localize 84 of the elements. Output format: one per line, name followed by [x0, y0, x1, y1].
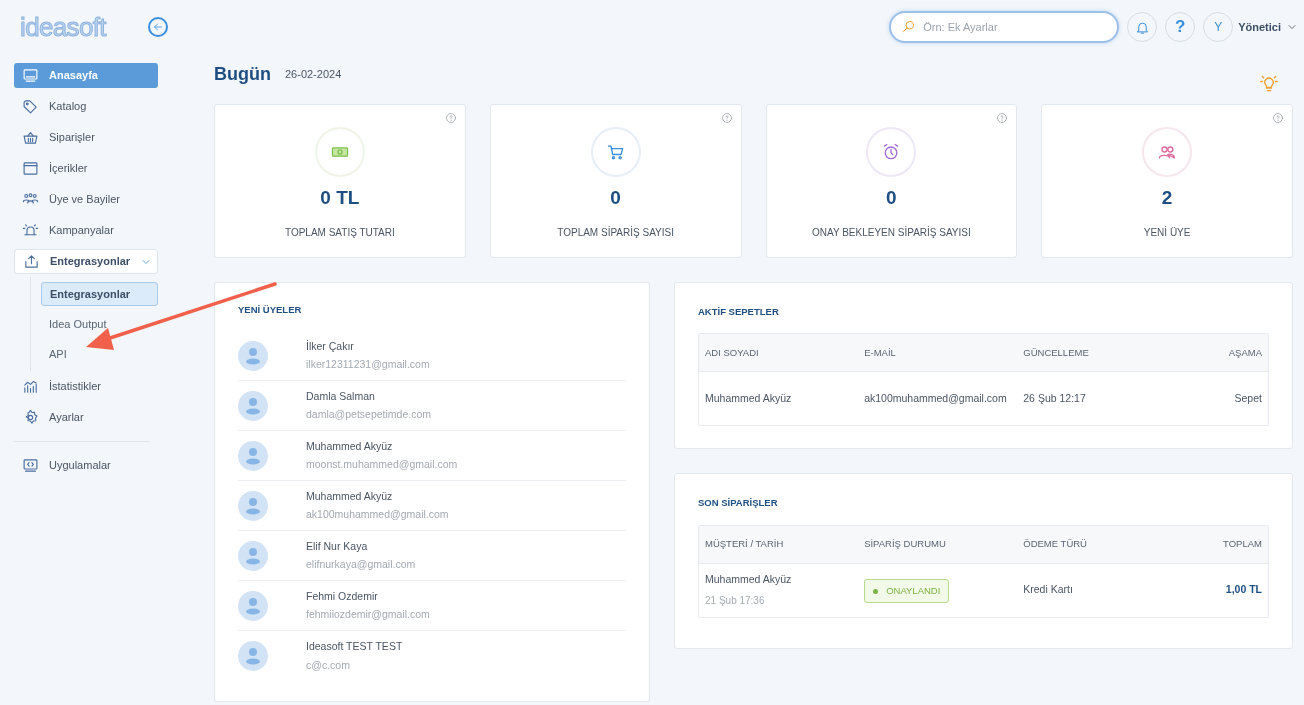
stat-value: 2: [1161, 186, 1173, 210]
member-name: Muhammed Akyüz: [306, 438, 394, 454]
page-date: 26-02-2024: [285, 66, 342, 82]
table-cell-text: ak100muhammed@gmail.com: [864, 390, 1008, 406]
help-circle-icon: [1272, 112, 1284, 124]
table-cell-text: Sepet: [1233, 390, 1262, 406]
column-header: TOPLAM: [1222, 536, 1262, 551]
sidebar-item[interactable]: Entegrasyonlar: [14, 249, 158, 274]
order-total: 1,00 TL: [1224, 582, 1262, 598]
sidebar-item[interactable]: Katalog: [14, 94, 158, 119]
basket-icon: [22, 129, 39, 146]
bell-icon: [1134, 19, 1150, 35]
stat-label: TOPLAM SİPARİŞ SAYISI: [557, 225, 674, 240]
member-email: damla@petsepetimde.com: [306, 407, 432, 423]
sidebar-item[interactable]: Kampanyalar: [14, 218, 158, 243]
collapse-button[interactable]: [148, 17, 168, 37]
search-icon: [901, 19, 917, 34]
sidebar-item[interactable]: Uygulamalar: [14, 453, 158, 478]
person-icon: [245, 596, 261, 615]
column-header: E-MAİL: [864, 345, 897, 360]
stat-label: TOPLAM SATIŞ TUTARI: [284, 225, 395, 240]
sidebar-item[interactable]: İçerikler: [14, 156, 158, 181]
arrow-left-icon: [152, 21, 164, 33]
chart-icon: [22, 378, 39, 395]
member-name: Elif Nur Kaya: [306, 538, 369, 554]
lightbulb-icon: [1259, 74, 1279, 94]
member-name: İlker Çakır: [306, 338, 355, 354]
search-field[interactable]: Örn: Ek Ayarlar: [889, 11, 1120, 43]
column-header: AŞAMA: [1227, 345, 1262, 360]
sidebar-item[interactable]: Üye ve Bayiler: [14, 187, 158, 212]
table-cell-text: Kredi Kartı: [1023, 582, 1074, 598]
sidebar-item[interactable]: Ayarlar: [14, 405, 158, 430]
stat-label: ONAY BEKLEYEN SİPARİŞ SAYISI: [812, 225, 971, 240]
table-cell-text: Muhammed Akyüz: [705, 390, 793, 406]
person-icon: [245, 647, 261, 666]
upload-icon: [23, 253, 40, 270]
column-header: ADI SOYADI: [705, 345, 760, 360]
member-email: fehmiiozdemir@gmail.com: [306, 607, 430, 623]
member-name: Damla Salman: [306, 388, 376, 404]
stat-value: 0: [610, 186, 621, 210]
help-circle-icon: [996, 112, 1009, 124]
card-title: SON SİPARİŞLER: [698, 496, 779, 511]
member-email: ilker12311231@gmail.com: [306, 357, 430, 373]
stat-value: 0: [886, 186, 897, 210]
code-window-icon: [22, 457, 39, 474]
member-name: Muhammed Akyüz: [306, 488, 394, 504]
table-cell-text: 26 Şub 12:17: [1023, 390, 1087, 406]
customer-name: Muhammed Akyüz: [705, 572, 793, 588]
help-circle-icon: [444, 112, 457, 124]
stat-value: 0 TL: [320, 186, 360, 210]
member-name: Ideasoft TEST TEST: [306, 639, 403, 654]
member-email: ak100muhammed@gmail.com: [306, 507, 449, 523]
monitor-icon: [22, 67, 39, 84]
submenu-item[interactable]: API: [41, 342, 158, 366]
column-header: ÖDEME TÜRÜ: [1023, 536, 1088, 551]
window-icon: [22, 160, 39, 177]
member-name: Fehmi Ozdemir: [306, 588, 379, 604]
person-icon: [245, 396, 261, 415]
user-name: Yönetici: [1238, 19, 1281, 35]
order-date: 21 Şub 17:36: [705, 593, 766, 608]
person-icon: [245, 446, 261, 465]
stat-label: YENİ ÜYE: [1143, 225, 1191, 240]
card-title: AKTİF SEPETLER: [698, 305, 780, 319]
card-title: YENİ ÜYELER: [238, 303, 303, 317]
sidebar-item[interactable]: Siparişler: [14, 125, 158, 150]
person-icon: [245, 346, 261, 365]
person-icon: [245, 546, 261, 565]
logo: ideasoft: [20, 14, 106, 40]
member-email: elifnurkaya@gmail.com: [306, 557, 416, 573]
sidebar-item[interactable]: İstatistikler: [14, 374, 158, 399]
status-badge: ONAYLANDI: [864, 579, 950, 604]
notifications-button[interactable]: [1127, 12, 1158, 42]
column-header: SİPARİŞ DURUMU: [864, 536, 947, 551]
user-menu-button[interactable]: Y Yönetici: [1203, 12, 1298, 42]
member-email: moonst.muhammed@gmail.com: [306, 457, 458, 473]
tag-icon: [22, 98, 39, 115]
page-title: Bugün: [214, 62, 271, 86]
column-header: GÜNCELLEME: [1023, 345, 1090, 360]
submenu-item[interactable]: Entegrasyonlar: [41, 282, 158, 306]
person-icon: [245, 496, 261, 515]
member-email: c@c.com: [306, 657, 351, 673]
submenu-item[interactable]: Idea Output: [41, 312, 158, 336]
column-header: MÜŞTERİ / TARİH: [705, 536, 785, 551]
help-circle-icon: [720, 112, 733, 124]
